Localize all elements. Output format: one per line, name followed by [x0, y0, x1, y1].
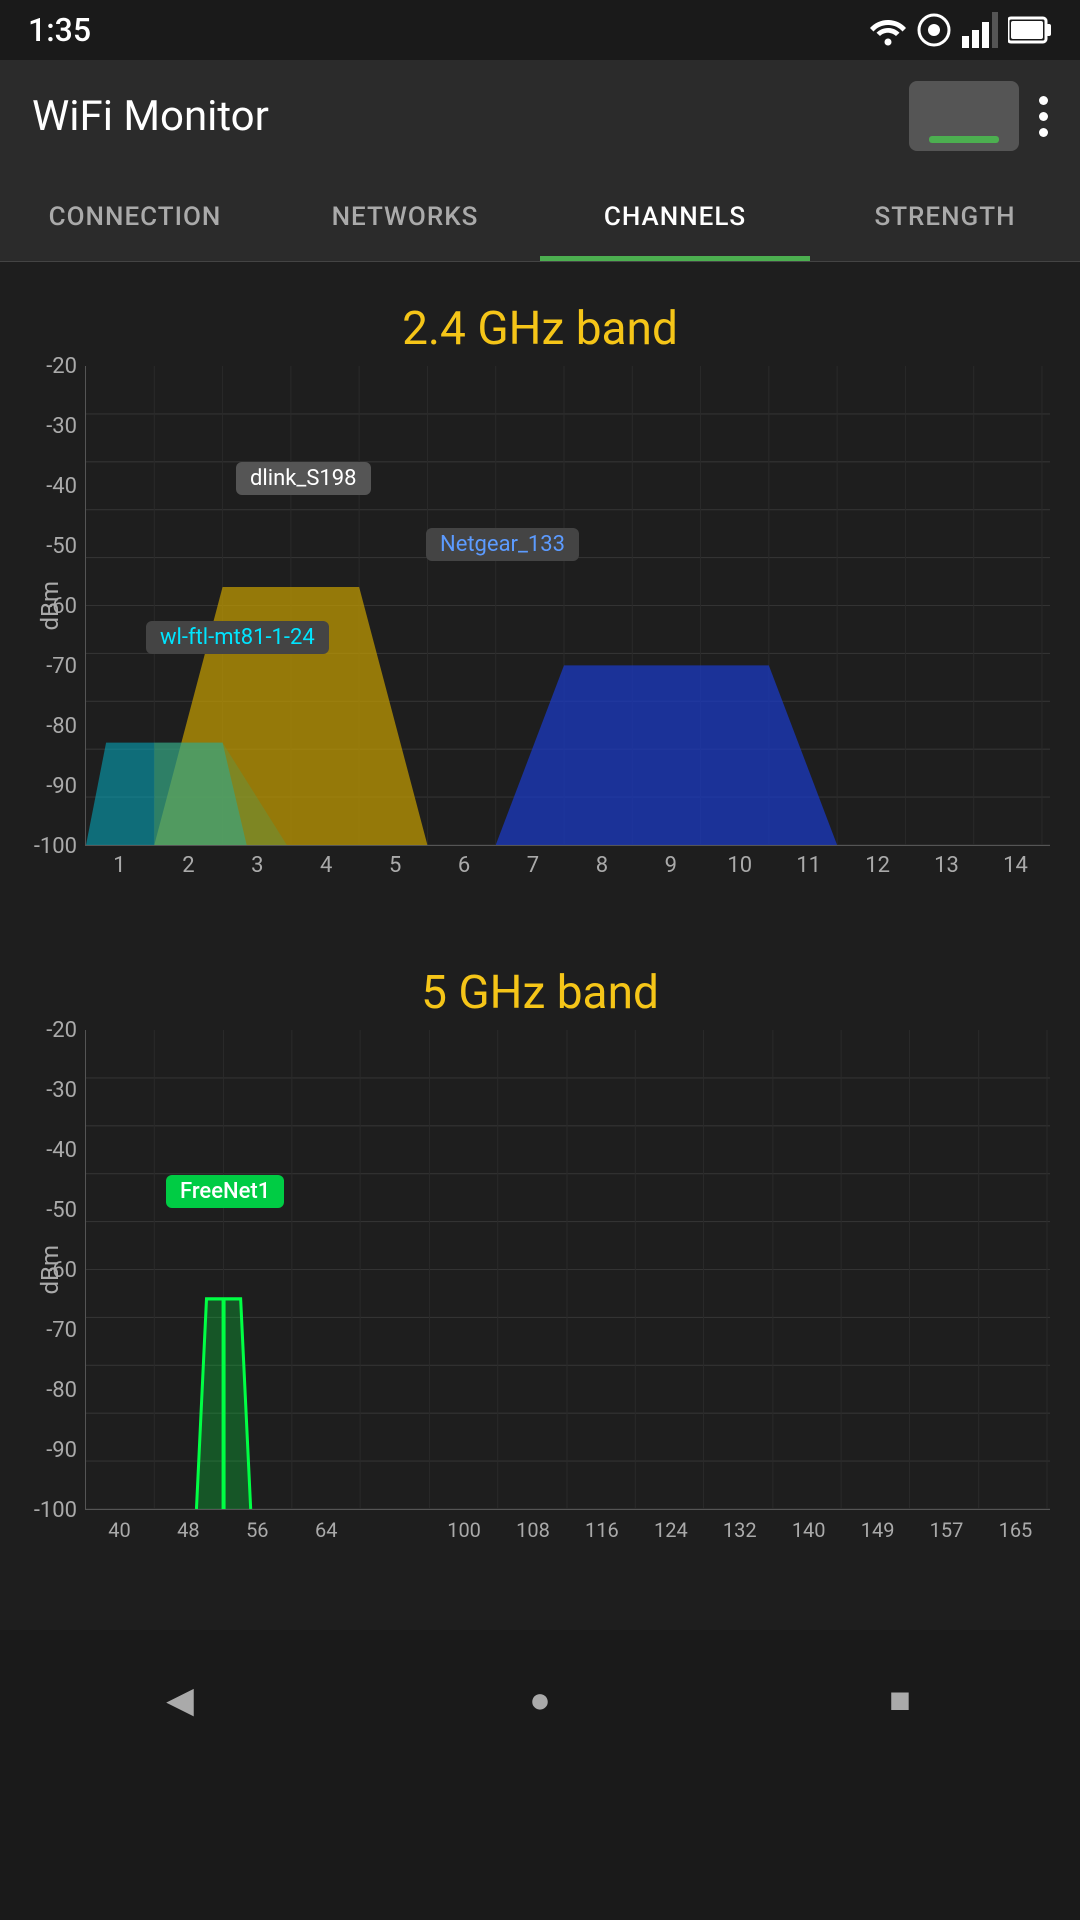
- y5-label-80: -80: [46, 1378, 77, 1403]
- recent-button[interactable]: ■: [860, 1660, 940, 1740]
- app-bar: WiFi Monitor: [0, 60, 1080, 172]
- signal-icon: [962, 12, 998, 48]
- tab-channels[interactable]: CHANNELS: [540, 172, 810, 261]
- x5-label-gap: [361, 1510, 430, 1550]
- x5-label-157: 157: [912, 1510, 981, 1550]
- y5-label-20: -20: [46, 1018, 77, 1043]
- x-label-13: 13: [912, 846, 981, 886]
- x-label-14: 14: [981, 846, 1050, 886]
- status-icons: [870, 12, 1052, 48]
- x5-label-116: 116: [567, 1510, 636, 1550]
- x5-label-124: 124: [636, 1510, 705, 1550]
- y-label-30: -30: [46, 414, 77, 439]
- x5-label-149: 149: [843, 1510, 912, 1550]
- band-24ghz-title: 2.4 GHz band: [0, 282, 1080, 366]
- x-label-3: 3: [223, 846, 292, 886]
- more-dot-3: [1039, 128, 1048, 137]
- x-label-8: 8: [567, 846, 636, 886]
- x-label-9: 9: [636, 846, 705, 886]
- x-label-4: 4: [292, 846, 361, 886]
- y-label-70: -70: [46, 654, 77, 679]
- status-bar: 1:35: [0, 0, 1080, 60]
- tab-bar: CONNECTION NETWORKS CHANNELS STRENGTH: [0, 172, 1080, 262]
- x5-label-108: 108: [499, 1510, 568, 1550]
- band-24ghz-section: 2.4 GHz band dBm: [0, 282, 1080, 886]
- main-content: 2.4 GHz band dBm: [0, 262, 1080, 1630]
- dlink-label: dlink_S198: [236, 462, 371, 495]
- more-dot-2: [1039, 112, 1048, 121]
- screenshot-button[interactable]: [909, 81, 1019, 151]
- x5-label-132: 132: [705, 1510, 774, 1550]
- battery-icon: [1008, 12, 1052, 48]
- x-label-12: 12: [843, 846, 912, 886]
- y5-label-90: -90: [46, 1438, 77, 1463]
- y-label-60: -60: [46, 594, 77, 619]
- x5-label-165: 165: [981, 1510, 1050, 1550]
- more-menu-button[interactable]: [1039, 96, 1048, 137]
- y-label-90: -90: [46, 774, 77, 799]
- status-time: 1:35: [28, 11, 91, 49]
- x-label-7: 7: [499, 846, 568, 886]
- screenshot-icon: [929, 136, 999, 143]
- y-label-50: -50: [46, 534, 77, 559]
- app-title: WiFi Monitor: [32, 92, 269, 141]
- y5-label-100: -100: [34, 1498, 77, 1523]
- x-label-2: 2: [154, 846, 223, 886]
- band-5ghz-title: 5 GHz band: [0, 946, 1080, 1030]
- band-5-chart-svg: [86, 1030, 1050, 1509]
- back-button[interactable]: ◀: [140, 1660, 220, 1740]
- more-dot-1: [1039, 96, 1048, 105]
- y5-label-40: -40: [46, 1138, 77, 1163]
- x5-label-100: 100: [430, 1510, 499, 1550]
- x5-label-64: 64: [292, 1510, 361, 1550]
- x-label-11: 11: [774, 846, 843, 886]
- x-label-5: 5: [361, 846, 430, 886]
- y5-label-70: -70: [46, 1318, 77, 1343]
- y-label-20: -20: [46, 354, 77, 379]
- tab-connection[interactable]: CONNECTION: [0, 172, 270, 261]
- y-label-80: -80: [46, 714, 77, 739]
- y-label-40: -40: [46, 474, 77, 499]
- wifi-icon: [870, 12, 906, 48]
- tab-networks[interactable]: NETWORKS: [270, 172, 540, 261]
- wl-ftl-label: wl-ftl-mt81-1-24: [146, 621, 329, 654]
- netgear-label: Netgear_133: [426, 528, 579, 561]
- x-label-6: 6: [430, 846, 499, 886]
- band-24-chart-svg: [86, 366, 1050, 845]
- app-icon-1: [916, 12, 952, 48]
- netgear-shape: [496, 665, 837, 845]
- home-button[interactable]: ●: [500, 1660, 580, 1740]
- x5-label-56: 56: [223, 1510, 292, 1550]
- tab-strength[interactable]: STRENGTH: [810, 172, 1080, 261]
- bottom-nav: ◀ ● ■: [0, 1650, 1080, 1750]
- band-5ghz-section: 5 GHz band dBm: [0, 946, 1080, 1550]
- x5-label-48: 48: [154, 1510, 223, 1550]
- freenet1-label: FreeNet1: [166, 1175, 284, 1208]
- app-bar-actions: [909, 81, 1048, 151]
- x-label-10: 10: [705, 846, 774, 886]
- x5-label-40: 40: [85, 1510, 154, 1550]
- y5-label-30: -30: [46, 1078, 77, 1103]
- y-label-100: -100: [34, 834, 77, 859]
- x5-label-140: 140: [774, 1510, 843, 1550]
- y5-label-50: -50: [46, 1198, 77, 1223]
- y5-label-60: -60: [46, 1258, 77, 1283]
- x-label-1: 1: [85, 846, 154, 886]
